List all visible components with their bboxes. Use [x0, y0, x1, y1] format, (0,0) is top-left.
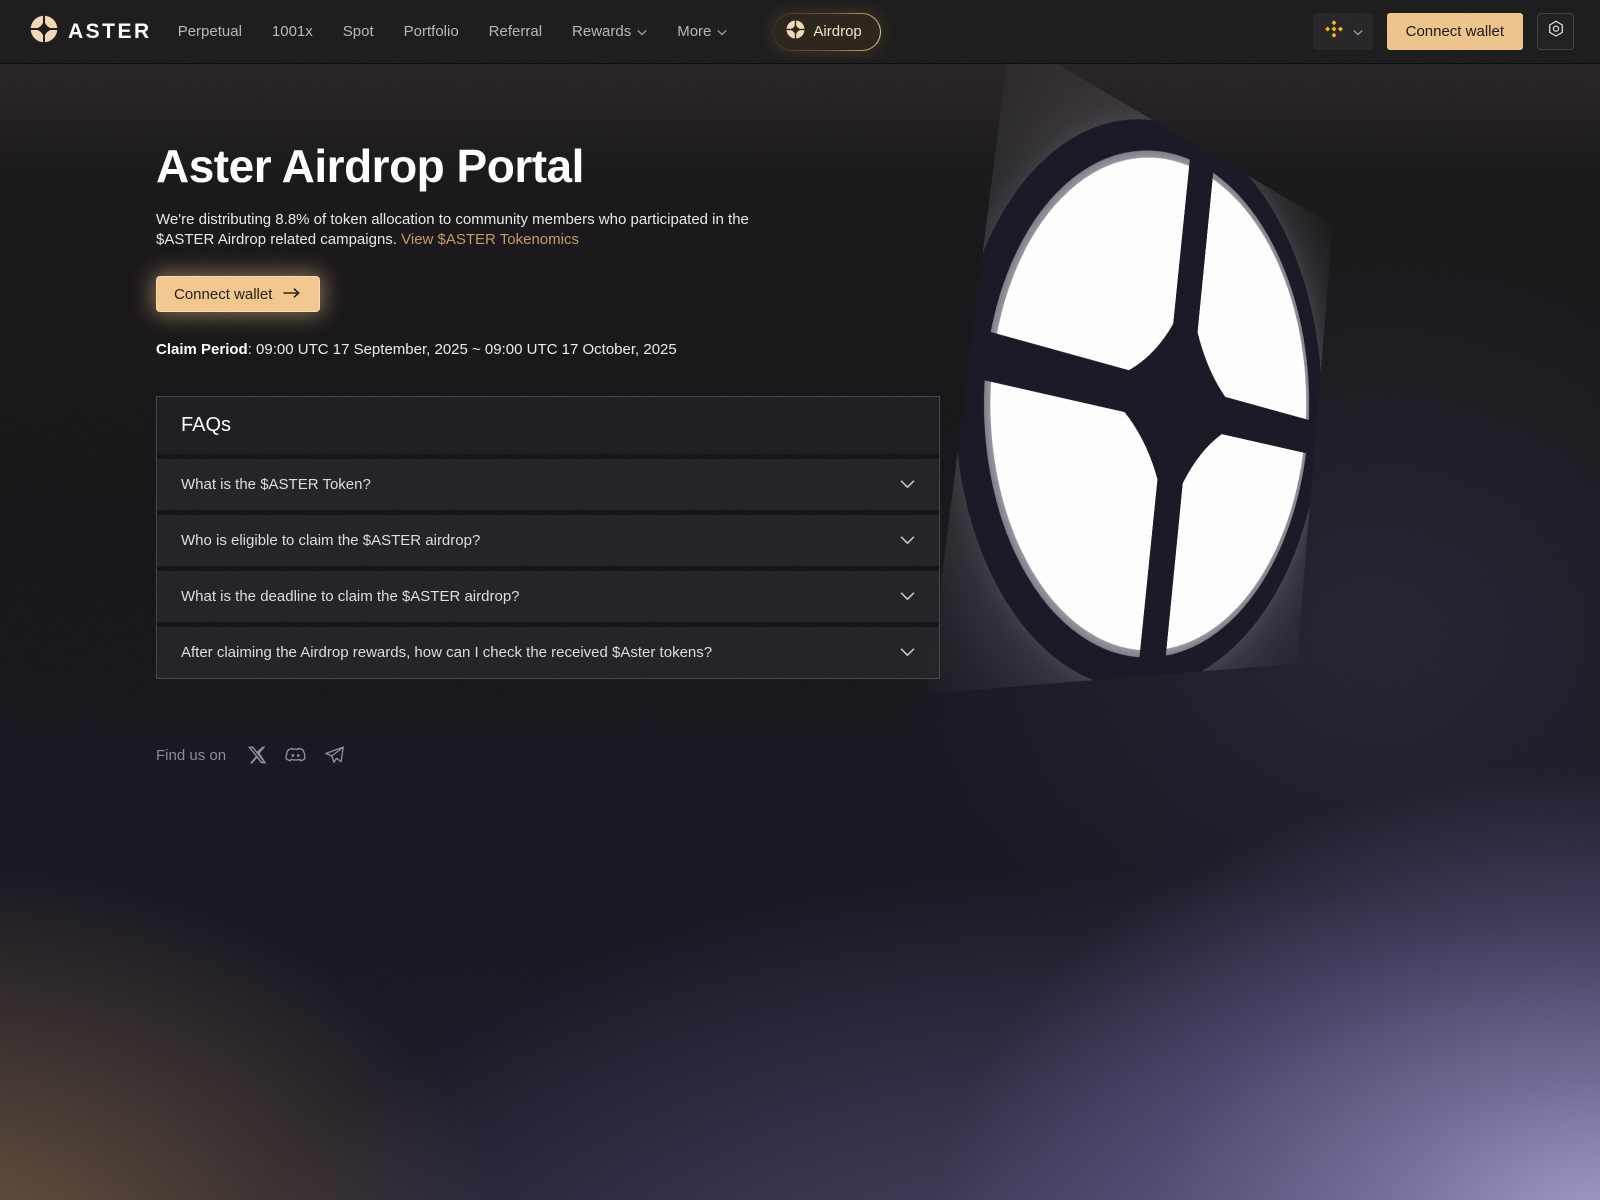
- nav-more-label: More: [677, 23, 711, 40]
- faq-question: After claiming the Airdrop rewards, how …: [181, 644, 712, 661]
- faq-title: FAQs: [157, 397, 939, 454]
- airdrop-portal-main: Aster Airdrop Portal We're distributing …: [0, 138, 1600, 765]
- claim-period-value: : 09:00 UTC 17 September, 2025 ~ 09:00 U…: [248, 341, 677, 358]
- faq-item-check-tokens[interactable]: After claiming the Airdrop rewards, how …: [157, 622, 939, 678]
- chevron-down-icon: [900, 588, 915, 606]
- faq-panel: FAQs What is the $ASTER Token? Who is el…: [156, 396, 940, 679]
- top-navbar: ASTER Perpetual 1001x Spot Portfolio Ref…: [0, 0, 1600, 64]
- nav-item-airdrop-active[interactable]: Airdrop: [773, 13, 880, 51]
- faq-item-eligibility[interactable]: Who is eligible to claim the $ASTER aird…: [157, 510, 939, 566]
- connect-wallet-button[interactable]: Connect wallet: [1387, 13, 1523, 50]
- settings-button[interactable]: [1537, 13, 1574, 50]
- faq-question: What is the deadline to claim the $ASTER…: [181, 588, 520, 605]
- nav-item-spot[interactable]: Spot: [343, 23, 374, 40]
- chevron-down-icon: [717, 23, 727, 40]
- aster-logo-icon: [30, 15, 58, 48]
- find-us-label: Find us on: [156, 747, 226, 764]
- brand-name: ASTER: [68, 20, 152, 44]
- faq-item-aster-token[interactable]: What is the $ASTER Token?: [157, 454, 939, 510]
- arrow-right-icon: [283, 286, 302, 303]
- tokenomics-link[interactable]: View $ASTER Tokenomics: [401, 231, 579, 248]
- navbar-right-group: Connect wallet: [1313, 13, 1574, 50]
- hero-connect-wallet-label: Connect wallet: [174, 286, 272, 303]
- chevron-down-icon: [900, 644, 915, 662]
- claim-period: Claim Period: 09:00 UTC 17 September, 20…: [156, 341, 1444, 358]
- nav-item-perpetual[interactable]: Perpetual: [178, 23, 242, 40]
- nav-item-1001x[interactable]: 1001x: [272, 23, 313, 40]
- x-twitter-icon[interactable]: [247, 745, 267, 765]
- chevron-down-icon: [1353, 23, 1363, 41]
- discord-icon[interactable]: [284, 745, 307, 765]
- faq-question: Who is eligible to claim the $ASTER aird…: [181, 532, 480, 549]
- hero-description: We're distributing 8.8% of token allocat…: [156, 210, 764, 250]
- claim-period-label: Claim Period: [156, 341, 248, 358]
- nav-item-portfolio[interactable]: Portfolio: [404, 23, 459, 40]
- hero-connect-wallet-button[interactable]: Connect wallet: [156, 276, 320, 312]
- faq-item-deadline[interactable]: What is the deadline to claim the $ASTER…: [157, 566, 939, 622]
- page-title: Aster Airdrop Portal: [156, 138, 1444, 194]
- nav-item-referral[interactable]: Referral: [489, 23, 542, 40]
- social-links: Find us on: [156, 745, 1444, 765]
- nav-airdrop-label: Airdrop: [813, 23, 861, 40]
- network-selector[interactable]: [1313, 13, 1373, 50]
- chevron-down-icon: [900, 476, 915, 494]
- faq-question: What is the $ASTER Token?: [181, 476, 371, 493]
- brand-home-link[interactable]: ASTER: [30, 15, 152, 48]
- nav-dropdown-rewards[interactable]: Rewards: [572, 23, 647, 40]
- bnb-chain-icon: [1323, 18, 1345, 45]
- nav-rewards-label: Rewards: [572, 23, 631, 40]
- gear-icon: [1546, 19, 1566, 44]
- primary-nav: Perpetual 1001x Spot Portfolio Referral …: [178, 13, 881, 51]
- chevron-down-icon: [900, 532, 915, 550]
- chevron-down-icon: [637, 23, 647, 40]
- aster-logo-icon: [786, 20, 805, 43]
- telegram-icon[interactable]: [324, 745, 345, 765]
- nav-dropdown-more[interactable]: More: [677, 23, 727, 40]
